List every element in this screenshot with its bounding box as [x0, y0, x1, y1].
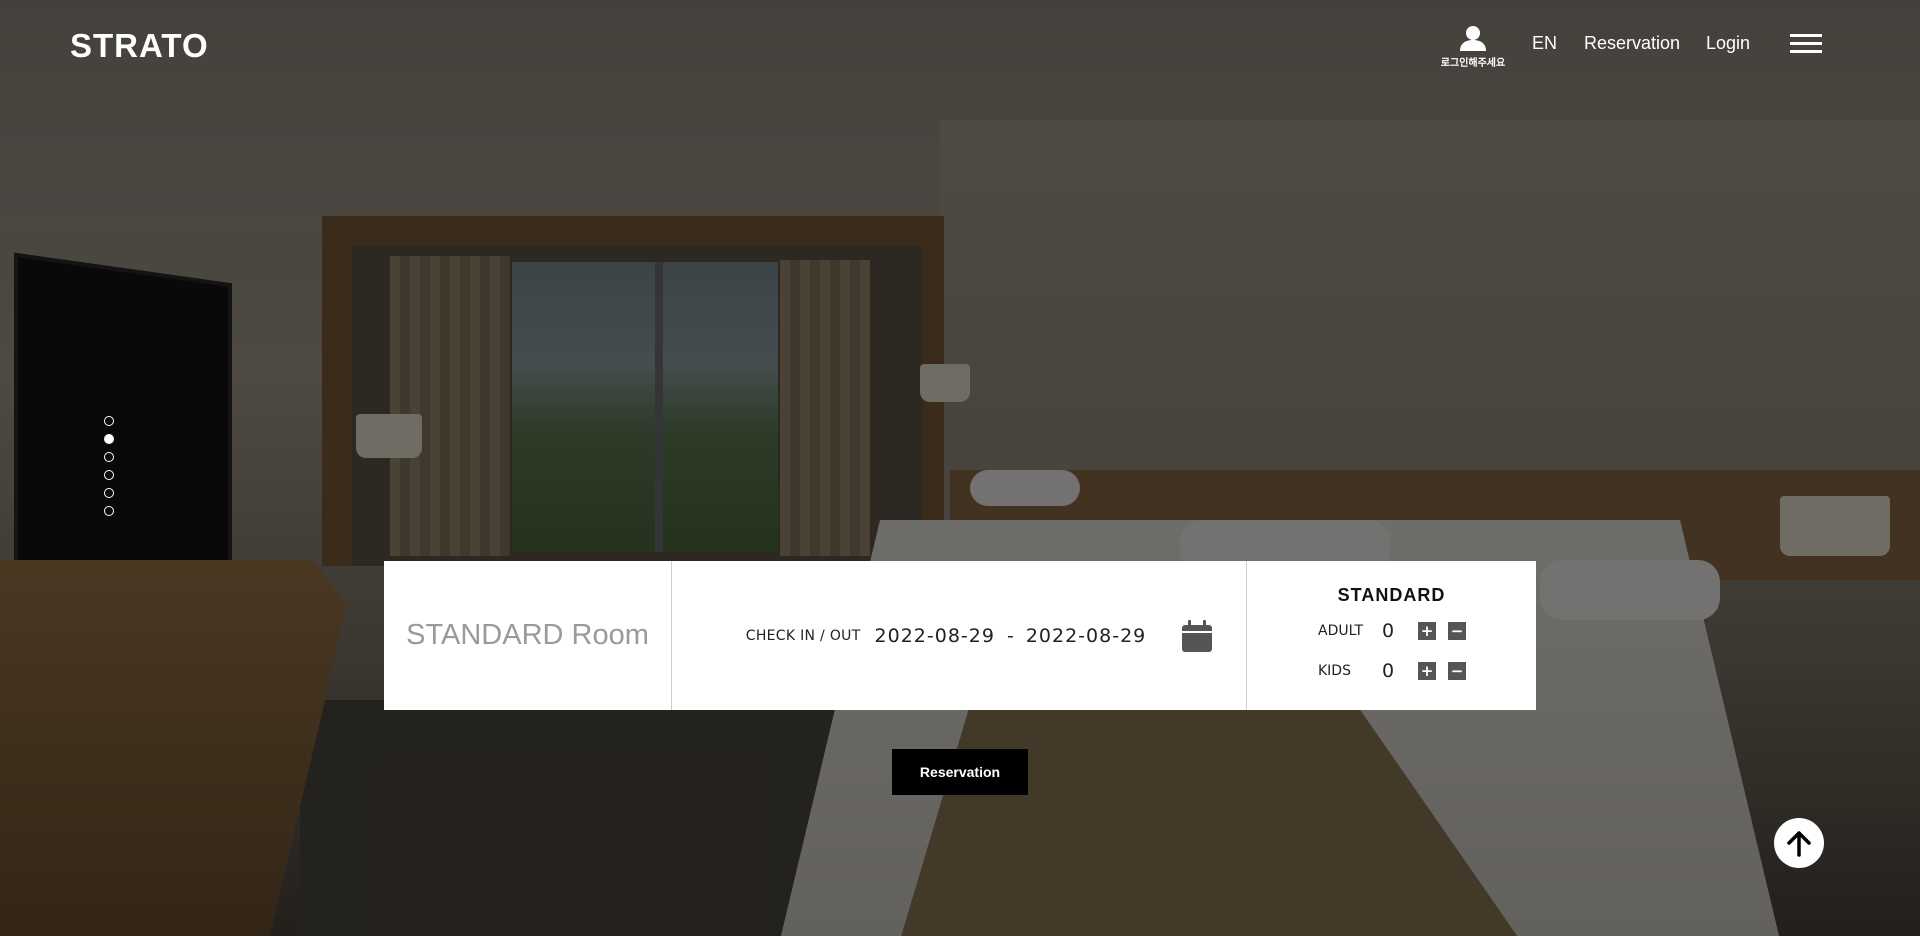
slide-dot-5[interactable] — [104, 488, 114, 498]
adult-count: 0 — [1382, 620, 1395, 642]
checkin-date[interactable]: 2022-08-29 — [875, 625, 995, 647]
adult-row: ADULT 0 + − — [1318, 620, 1536, 642]
kids-label: KIDS — [1318, 663, 1351, 679]
adult-label: ADULT — [1318, 623, 1364, 639]
hamburger-menu-icon[interactable] — [1790, 34, 1822, 56]
calendar-icon[interactable] — [1182, 619, 1213, 652]
booking-panel: STANDARD Room CHECK IN / OUT 2022-08-29 … — [384, 561, 1536, 710]
date-separator: - — [1006, 624, 1014, 647]
adult-minus-button[interactable]: − — [1448, 622, 1466, 640]
slide-dot-1[interactable] — [104, 416, 114, 426]
dark-overlay — [0, 0, 1920, 936]
slide-dot-6[interactable] — [104, 506, 114, 516]
kids-row: KIDS 0 + − — [1318, 660, 1536, 682]
slide-dot-3[interactable] — [104, 452, 114, 462]
nav-reservation-link[interactable]: Reservation — [1584, 33, 1680, 54]
checkin-label: CHECK IN / OUT — [745, 627, 861, 644]
scroll-top-button[interactable] — [1774, 818, 1824, 868]
nav-login-link[interactable]: Login — [1706, 33, 1750, 54]
slide-dot-4[interactable] — [104, 470, 114, 480]
room-name: STANDARD Room — [384, 561, 672, 710]
adult-plus-button[interactable]: + — [1418, 622, 1436, 640]
room-type: STANDARD — [1337, 585, 1446, 605]
arrow-up-icon — [1787, 831, 1811, 857]
guest-selector: STANDARD ADULT 0 + − KIDS 0 + − — [1247, 561, 1536, 710]
login-hint: 로그인해주세요 — [1440, 58, 1506, 69]
slide-dot-2[interactable] — [104, 434, 114, 444]
language-link[interactable]: EN — [1532, 33, 1557, 54]
date-range[interactable]: CHECK IN / OUT 2022-08-29 - 2022-08-29 — [672, 561, 1247, 710]
reservation-button[interactable]: Reservation — [892, 749, 1028, 795]
checkout-date[interactable]: 2022-08-29 — [1026, 625, 1146, 647]
kids-minus-button[interactable]: − — [1448, 662, 1466, 680]
user-icon — [1460, 26, 1486, 51]
logo[interactable]: STRATO — [70, 27, 209, 65]
kids-plus-button[interactable]: + — [1418, 662, 1436, 680]
kids-count: 0 — [1382, 660, 1395, 682]
user-account[interactable]: 로그인해주세요 — [1436, 24, 1510, 69]
slide-indicators — [104, 416, 116, 524]
